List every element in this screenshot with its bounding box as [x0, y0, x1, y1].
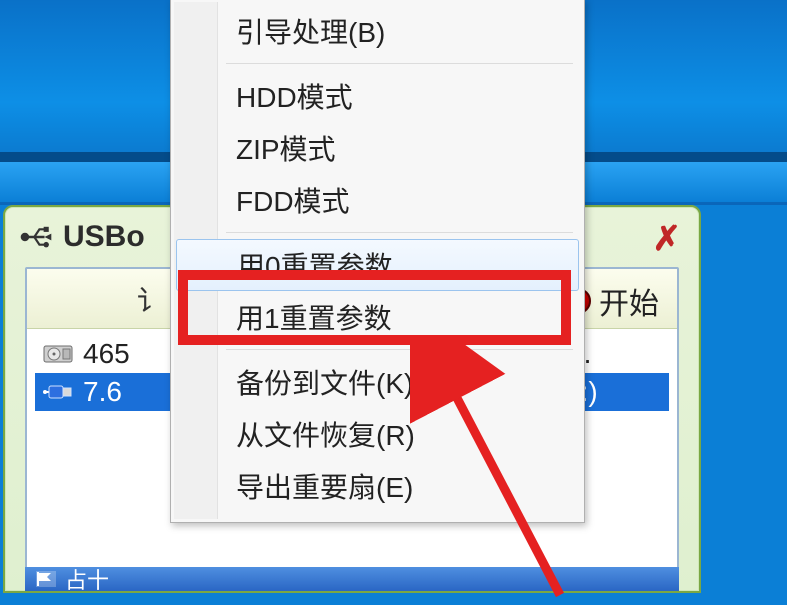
- close-button[interactable]: ✗: [653, 219, 682, 259]
- menu-item[interactable]: ZIP模式: [174, 122, 581, 174]
- usb-icon: [19, 222, 53, 252]
- menu-separator: [226, 349, 573, 350]
- usb-drive-icon: [43, 381, 73, 403]
- menu-item[interactable]: 从文件恢复(R): [174, 408, 581, 460]
- start-label: 开始: [599, 279, 659, 323]
- menu-separator: [226, 63, 573, 64]
- status-strip: 占十: [25, 567, 679, 591]
- menu-item[interactable]: 备份到文件(K): [174, 356, 581, 408]
- menu-item[interactable]: 用0重置参数: [176, 239, 579, 291]
- menu-item[interactable]: HDD模式: [174, 70, 581, 122]
- toolbar-left-text: 讠: [137, 279, 165, 319]
- context-menu: 引导处理(B) HDD模式ZIP模式FDD模式用0重置参数用1重置参数备份到文件(…: [170, 0, 585, 523]
- menu-separator: [226, 232, 573, 233]
- menu-item[interactable]: FDD模式: [174, 174, 581, 226]
- menu-item[interactable]: 用1重置参数: [174, 291, 581, 343]
- menu-item[interactable]: 引导处理(B): [174, 5, 581, 57]
- flag-icon: [35, 570, 57, 588]
- window-title: USBo: [63, 220, 145, 254]
- status-text: 占十: [65, 563, 109, 595]
- hdd-icon: [43, 343, 73, 365]
- menu-item[interactable]: 导出重要扇(E): [174, 460, 581, 512]
